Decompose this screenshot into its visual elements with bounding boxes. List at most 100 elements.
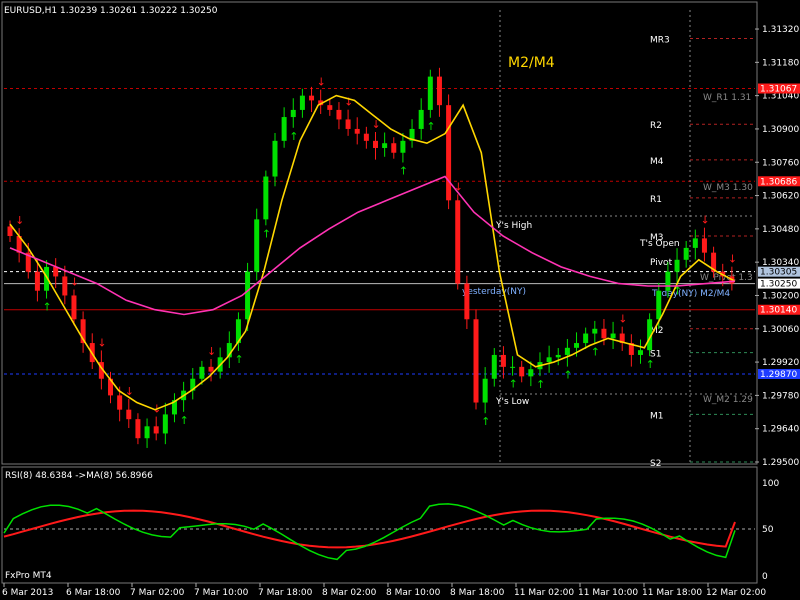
candle-body[interactable] (610, 333, 616, 339)
time-tick-label: 6 Mar 18:00 (66, 588, 121, 598)
candle-body[interactable] (482, 378, 488, 403)
candle-body[interactable] (574, 343, 580, 348)
candle-body[interactable] (427, 76, 433, 110)
up-arrow-icon: ↑ (481, 415, 490, 428)
candle-body[interactable] (701, 238, 707, 253)
session-label: Y's High (495, 221, 532, 231)
candle-body[interactable] (299, 95, 305, 110)
candle-body[interactable] (674, 259, 680, 272)
candle-body[interactable] (491, 354, 497, 379)
trading-chart[interactable]: MR3R2M4R1M3M2S1M1S2W_R1 1.31W_M3 1.30W_P… (0, 0, 800, 600)
candle-body[interactable] (62, 276, 68, 296)
pivot-label: M4 (650, 157, 664, 167)
pivot-label: R2 (650, 121, 662, 131)
candle-body[interactable] (281, 117, 287, 141)
candle-body[interactable] (71, 295, 77, 320)
candle-body[interactable] (583, 333, 589, 344)
weekly-level-label: W_M3 1.30 (703, 183, 753, 193)
candle-body[interactable] (199, 366, 205, 379)
candle-body[interactable] (345, 119, 351, 129)
weekly-level-label: W_R1 1.31 (703, 93, 751, 103)
price-tick-label: 1.31180 (762, 58, 799, 68)
candle-body[interactable] (473, 319, 479, 403)
candle-body[interactable] (391, 143, 397, 153)
candle-body[interactable] (555, 354, 561, 358)
price-tick-label: 1.31320 (762, 25, 799, 35)
down-arrow-icon: ↓ (97, 336, 106, 349)
time-tick-label: 12 Mar 02:00 (706, 588, 766, 598)
price-badge-label: 1.30305 (760, 268, 797, 278)
candle-body[interactable] (692, 238, 698, 248)
candle-body[interactable] (290, 109, 296, 118)
candle-body[interactable] (363, 133, 369, 141)
candle-body[interactable] (665, 271, 671, 291)
down-arrow-icon: ↓ (317, 76, 326, 89)
candle-body[interactable] (245, 271, 251, 320)
candle-body[interactable] (546, 357, 552, 363)
time-tick-label: 8 Mar 02:00 (322, 588, 377, 598)
weekly-level-label: W_M2 1.29 (703, 395, 753, 405)
candle-body[interactable] (519, 366, 525, 377)
time-axis: 6 Mar 2013 6 Mar 18:00 7 Mar 02:00 7 Mar 10… (2, 583, 766, 598)
candle-body[interactable] (162, 414, 168, 434)
candle-body[interactable] (208, 366, 214, 372)
price-badge-label: 1.31067 (760, 85, 797, 95)
price-tick-label: 1.30760 (762, 158, 799, 168)
candle-body[interactable] (528, 369, 534, 377)
candle-body[interactable] (7, 226, 13, 236)
time-tick-label: 11 Mar 10:00 (578, 588, 638, 598)
up-arrow-icon: ↑ (646, 358, 655, 371)
candle-body[interactable] (354, 128, 360, 134)
down-arrow-icon: ↓ (15, 214, 24, 227)
candle-body[interactable] (446, 105, 452, 201)
candle-body[interactable] (153, 426, 159, 434)
fast-ma-line (9, 94, 736, 411)
price-tick-label: 1.29780 (762, 391, 799, 401)
candle-body[interactable] (263, 176, 269, 220)
time-tick-label: 7 Mar 18:00 (258, 588, 313, 598)
candle-body[interactable] (327, 105, 333, 110)
price-tick-label: 1.30340 (762, 258, 799, 268)
chart-watermark: M2/M4 (508, 55, 555, 71)
down-arrow-icon: ↓ (207, 345, 216, 358)
candle-body[interactable] (53, 266, 59, 277)
candle-body[interactable] (436, 76, 442, 106)
time-tick-label: 7 Mar 10:00 (194, 588, 249, 598)
candle-body[interactable] (510, 366, 516, 368)
up-arrow-icon: ↑ (509, 378, 518, 391)
price-tick-label: 1.30900 (762, 125, 799, 135)
candle-body[interactable] (272, 140, 278, 177)
candle-body[interactable] (418, 109, 424, 129)
candle-body[interactable] (144, 426, 150, 439)
candle-body[interactable] (34, 271, 40, 291)
pivot-label: S2 (650, 459, 661, 469)
candle-body[interactable] (564, 347, 570, 355)
candle-body[interactable] (601, 328, 607, 339)
candle-body[interactable] (336, 109, 342, 120)
candle-body[interactable] (637, 350, 643, 355)
candle-body[interactable] (309, 95, 315, 101)
candle-body[interactable] (500, 354, 506, 367)
down-arrow-icon: ↓ (700, 214, 709, 227)
candle-body[interactable] (656, 290, 662, 320)
price-tick-label: 1.29640 (762, 425, 799, 435)
candle-body[interactable] (464, 283, 470, 320)
moving-averages (9, 94, 736, 411)
candle-body[interactable] (683, 247, 689, 260)
session-label: Y's Low (495, 397, 529, 407)
candle-body[interactable] (126, 409, 132, 420)
candle-body[interactable] (592, 328, 598, 334)
time-tick-label: 7 Mar 02:00 (130, 588, 185, 598)
candle-body[interactable] (455, 200, 461, 284)
candle-body[interactable] (400, 140, 406, 153)
candle-body[interactable] (117, 395, 123, 410)
candle-body[interactable] (373, 140, 378, 148)
candle-body[interactable] (254, 219, 260, 272)
rsi-tick-label: 100 (762, 479, 779, 489)
rsi-indicator: 100 50 0 (3, 479, 779, 582)
candle-body[interactable] (135, 419, 141, 439)
signal-arrows: ↓↑↓↓↓↓↑↓↑↑↑↓↓↓↑↑↓↑↑ ↑↑↑↓↑↑↓↓ (15, 76, 737, 429)
candle-body[interactable] (382, 143, 388, 148)
symbol-info: EURUSD,H1 1.30239 1.30261 1.30222 1.3025… (4, 6, 218, 16)
rsi-tick-label: 50 (762, 525, 774, 535)
